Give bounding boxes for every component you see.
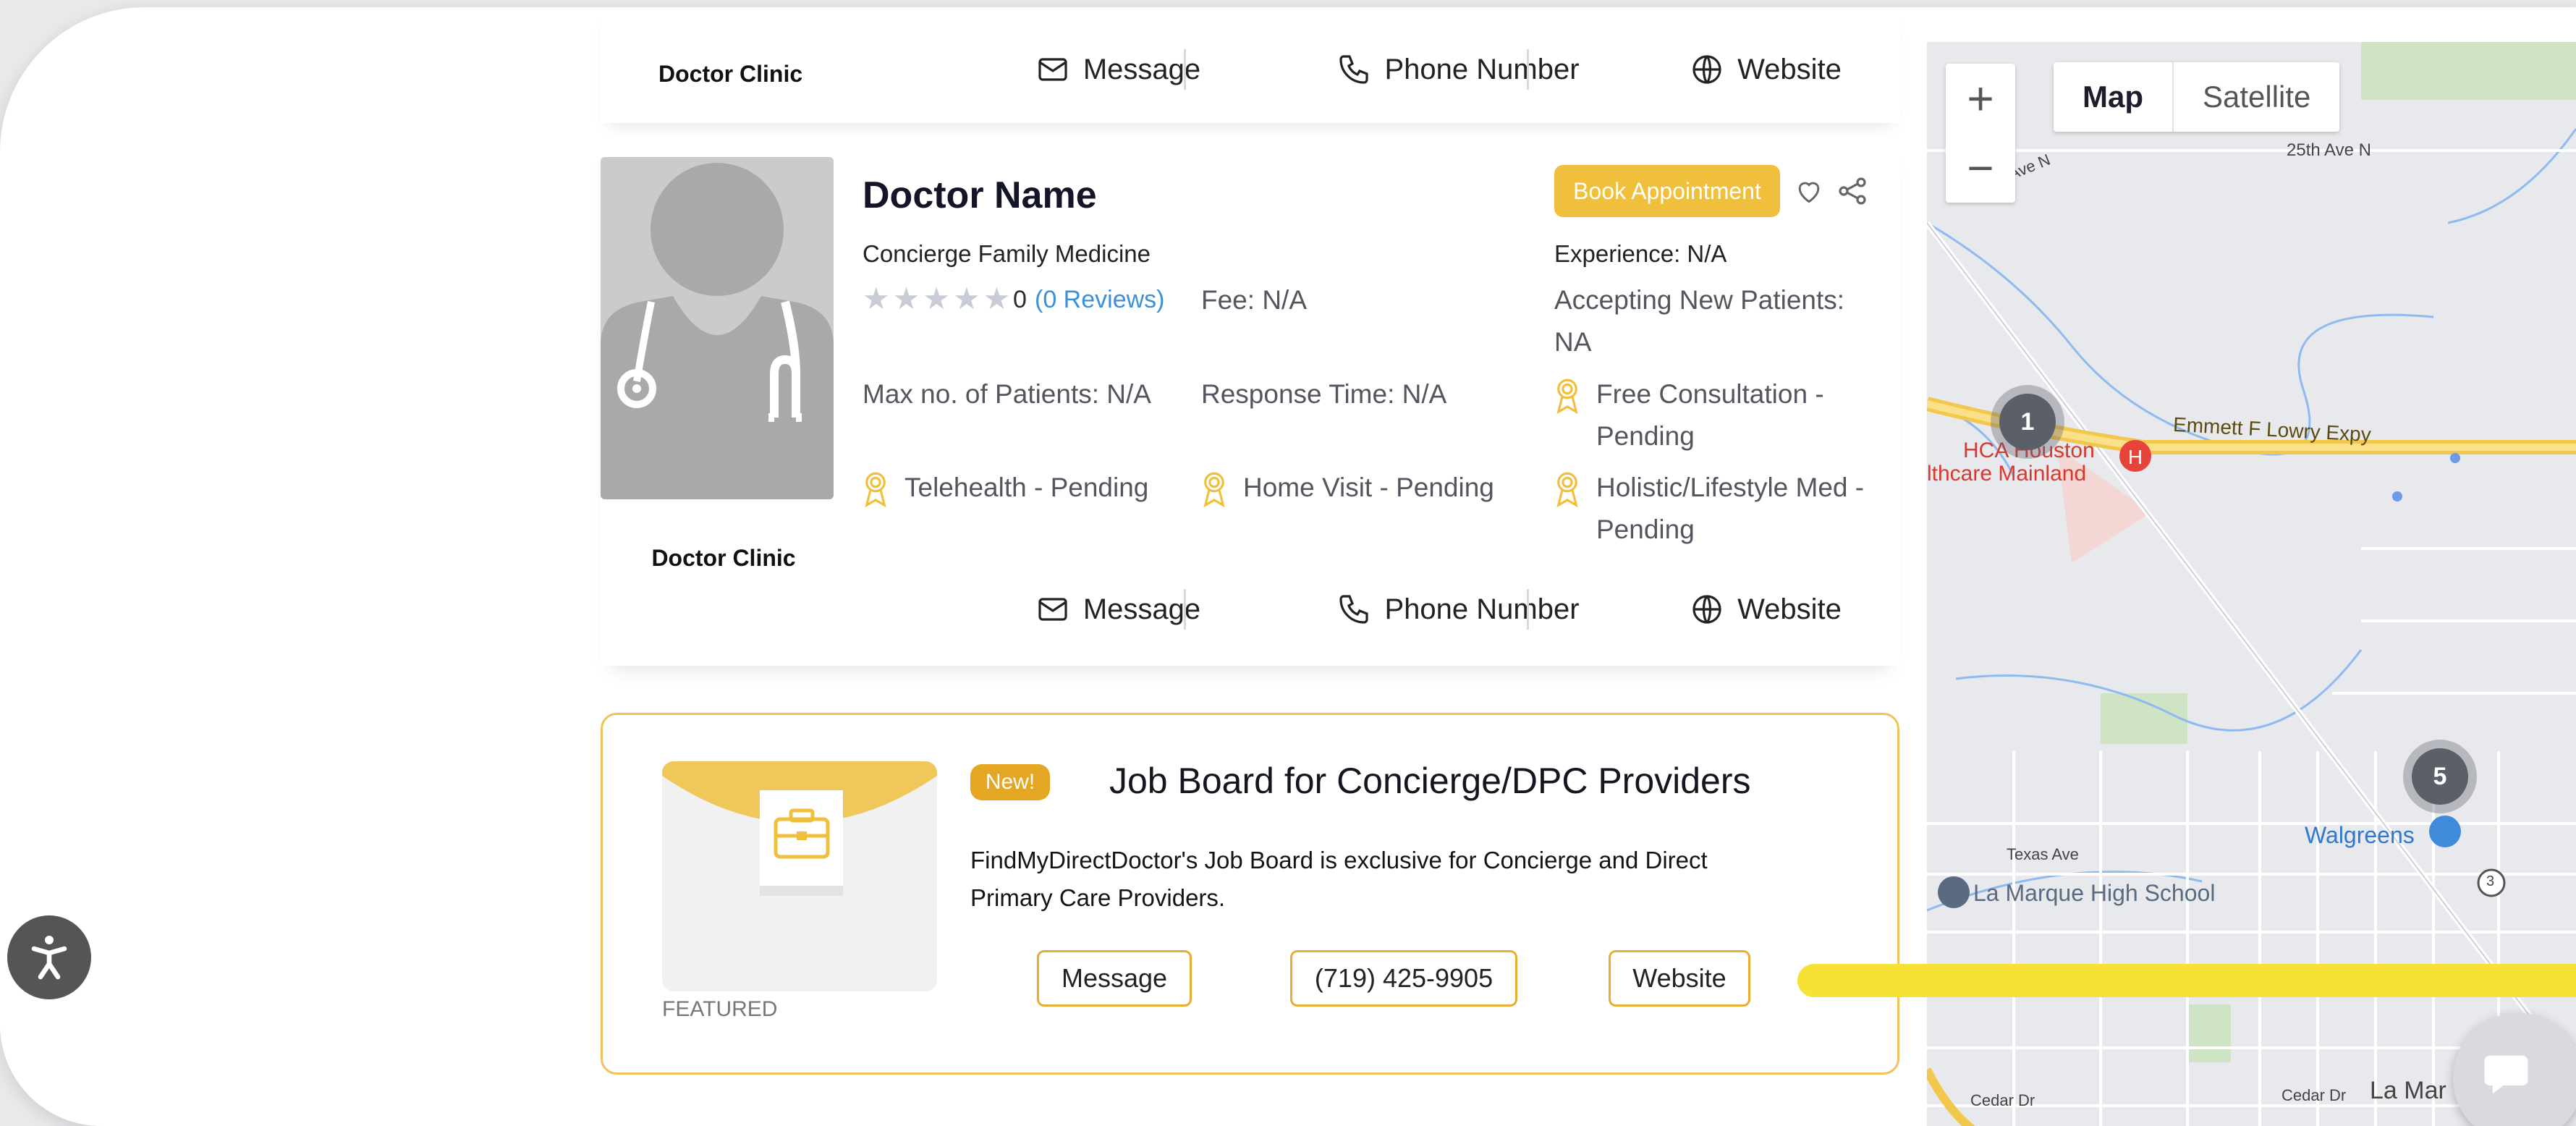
- yellow-highlight-bar: [1797, 964, 2576, 997]
- rating-stars: ★ ★ ★ ★ ★: [863, 284, 1010, 314]
- star-icon: ★: [923, 282, 950, 316]
- doctor-specialty: Concierge Family Medicine: [863, 240, 1151, 267]
- phone-label: Phone Number: [1384, 593, 1580, 625]
- response-time-value: Response Time: N/A: [1201, 379, 1447, 409]
- envelope-icon: [1038, 58, 1067, 81]
- map-type-toggle: Map Satellite: [2054, 62, 2340, 132]
- previous-listing-contact-strip: Doctor Clinic Message Phone Number Websi…: [601, 7, 1899, 123]
- accessibility-button[interactable]: [7, 915, 91, 999]
- experience-value: Experience: N/A: [1554, 240, 1727, 267]
- zoom-controls: + −: [1946, 64, 2015, 203]
- map-type-satellite-button[interactable]: Satellite: [2174, 62, 2339, 132]
- phone-label: Phone Number: [1384, 53, 1580, 85]
- website-label: Website: [1737, 53, 1842, 85]
- phone-button[interactable]: Phone Number: [1288, 592, 1628, 627]
- route-label: 3: [2486, 873, 2495, 889]
- doctor-card: Doctor Clinic Doctor Name Book Appointme…: [601, 137, 1899, 666]
- job-board-title[interactable]: Job Board for Concierge/DPC Providers: [1109, 760, 1751, 802]
- doctor-placeholder-icon: [601, 157, 834, 499]
- phone-button[interactable]: Phone Number: [1288, 52, 1628, 87]
- doctor-avatar[interactable]: [601, 157, 834, 499]
- accepting-patients-value: Accepting New Patients: NA: [1554, 285, 1845, 357]
- envelope-icon: [1038, 598, 1067, 621]
- free-consultation-label: Free Consultation - Pending: [1596, 379, 1824, 451]
- street-label: 25th Ave N: [2287, 140, 2371, 160]
- phone-icon: [1339, 55, 1369, 84]
- accessibility-icon: [31, 936, 67, 980]
- award-ribbon-icon: [1556, 472, 1578, 508]
- award-ribbon-icon: [865, 472, 886, 508]
- zoom-in-button[interactable]: +: [1946, 64, 2015, 133]
- telehealth-item: Telehealth - Pending: [863, 467, 1148, 510]
- home-visit-item: Home Visit - Pending: [1201, 467, 1494, 510]
- featured-label: FEATURED: [662, 997, 778, 1021]
- job-phone-button[interactable]: (719) 425-9905: [1290, 950, 1517, 1007]
- globe-icon: [1692, 55, 1721, 84]
- poi-label: La Marque High School: [1973, 880, 2216, 906]
- max-patients-value: Max no. of Patients: N/A: [863, 379, 1151, 409]
- doctor-name[interactable]: Doctor Name: [863, 174, 1097, 217]
- message-label: Message: [1082, 593, 1201, 625]
- award-ribbon-icon: [1203, 472, 1225, 508]
- message-label: Message: [1082, 53, 1201, 85]
- map-type-map-button[interactable]: Map: [2054, 62, 2174, 132]
- website-button[interactable]: Website: [1628, 592, 1903, 627]
- street-label: Texas Ave: [2007, 845, 2079, 863]
- website-label: Website: [1737, 593, 1842, 625]
- star-icon: ★: [952, 282, 980, 316]
- message-button[interactable]: Message: [948, 52, 1288, 87]
- message-button[interactable]: Message: [948, 592, 1288, 627]
- holistic-item: Holistic/Lifestyle Med - Pending: [1554, 467, 1894, 551]
- hospital-label: lthcare Mainland: [1927, 462, 2087, 486]
- job-website-button[interactable]: Website: [1609, 950, 1750, 1007]
- holistic-label: Holistic/Lifestyle Med - Pending: [1596, 473, 1865, 544]
- telehealth-label: Telehealth - Pending: [904, 473, 1149, 502]
- divider: [1184, 49, 1186, 90]
- clinic-name: Doctor Clinic: [658, 61, 803, 87]
- chat-icon: [2484, 1055, 2528, 1094]
- job-board-card: FEATURED New! Job Board for Concierge/DP…: [601, 713, 1899, 1075]
- divider: [1527, 589, 1529, 630]
- phone-icon: [1339, 595, 1369, 624]
- briefcase-illustration: [662, 761, 937, 991]
- award-ribbon-icon: [1556, 378, 1578, 415]
- zoom-out-button[interactable]: −: [1946, 133, 2015, 203]
- city-label: La Mar: [2370, 1077, 2446, 1104]
- rating-value: 0: [1013, 286, 1027, 313]
- website-button[interactable]: Website: [1628, 52, 1903, 87]
- map-cluster-marker[interactable]: 1: [1999, 394, 2056, 450]
- svg-text:H: H: [2128, 446, 2143, 468]
- free-consultation-item: Free Consultation - Pending: [1554, 373, 1887, 457]
- home-visit-label: Home Visit - Pending: [1243, 473, 1494, 502]
- heart-icon[interactable]: [1793, 175, 1825, 207]
- star-icon: ★: [983, 282, 1011, 316]
- divider: [1184, 589, 1186, 630]
- globe-icon: [1692, 595, 1721, 624]
- poi-label: Walgreens: [2305, 822, 2415, 848]
- job-board-description: FindMyDirectDoctor's Job Board is exclus…: [970, 847, 1708, 911]
- street-label: Cedar Dr: [1970, 1091, 2035, 1109]
- street-label: Cedar Dr: [2281, 1086, 2347, 1104]
- map-cluster-marker[interactable]: 5: [2412, 748, 2468, 805]
- job-message-button[interactable]: Message: [1037, 950, 1192, 1007]
- share-icon[interactable]: [1835, 174, 1870, 208]
- reviews-link[interactable]: (0 Reviews): [1035, 286, 1164, 314]
- app-frame: Doctor Clinic Message Phone Number Websi…: [0, 7, 2576, 1126]
- fee-value: Fee: N/A: [1201, 285, 1307, 315]
- new-badge: New!: [970, 764, 1050, 800]
- book-appointment-button[interactable]: Book Appointment: [1554, 165, 1780, 217]
- clinic-name: Doctor Clinic: [651, 545, 796, 571]
- star-icon: ★: [863, 282, 890, 316]
- divider: [1527, 49, 1529, 90]
- star-icon: ★: [892, 282, 920, 316]
- job-board-image: [662, 761, 937, 991]
